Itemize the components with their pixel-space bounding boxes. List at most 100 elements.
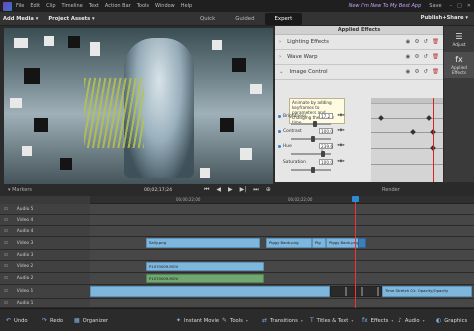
lock-icon[interactable]: ⊡ (4, 207, 8, 212)
clip-video-1-b[interactable]: Time Stretch 01: Opacity/Opacity (382, 286, 472, 297)
lock-icon[interactable]: ⊡ (4, 276, 8, 281)
graphics-button[interactable]: ◐ Graphics (436, 317, 467, 324)
go-to-start-icon[interactable]: ⏮ (204, 186, 209, 194)
effect-row-lighting[interactable]: › Lighting Effects ◉ ⚙ ↺ 🗑 (275, 35, 443, 50)
menu-edit[interactable]: Edit (30, 3, 40, 9)
keyframe-nav-icons[interactable]: ◂◆▸ (337, 128, 345, 133)
delete-icon[interactable]: 🗑 (432, 54, 439, 60)
maximize-icon[interactable]: □ (457, 3, 462, 9)
markers-dropdown[interactable]: ▾ Markers (8, 187, 32, 193)
applied-effects-tool[interactable]: fx Applied Effects (444, 52, 474, 78)
saturation-value[interactable]: 100.0 (319, 159, 333, 165)
settings-icon[interactable]: ⚙ (414, 54, 419, 60)
close-icon[interactable]: ✕ (467, 3, 471, 9)
lock-icon[interactable]: ⊡ (4, 289, 8, 294)
visibility-icon[interactable]: ◉ (406, 54, 411, 60)
effect-row-image-control[interactable]: ⌄ Image Control ◉ ⚙ ↺ 🗑 (275, 65, 443, 80)
step-back-icon[interactable]: ◀ (216, 186, 221, 194)
visibility-icon[interactable]: ◉ (406, 39, 411, 45)
settings-icon[interactable]: ⚙ (414, 39, 419, 45)
keyframe-nav-icons[interactable]: ◂◆▸ (337, 143, 345, 148)
keyframe-strip[interactable] (371, 98, 443, 182)
delete-icon[interactable]: 🗑 (432, 69, 439, 75)
lock-icon[interactable]: ⊡ (4, 218, 8, 223)
go-to-end-icon[interactable]: ⏭ (253, 186, 258, 194)
effects-button[interactable]: fx Effects ▾ (362, 317, 393, 324)
lock-icon[interactable]: ⊡ (4, 301, 8, 306)
contrast-value[interactable]: 100.0 (319, 128, 333, 134)
clip-video-1-film[interactable] (330, 286, 382, 297)
track-video-3: ⊡ Video 3 Sally.png Piggy Bank.png Pig Pi… (0, 237, 474, 250)
preview-monitor[interactable] (4, 28, 273, 184)
menu-action-bar[interactable]: Action Bar (105, 3, 131, 9)
menu-timeline[interactable]: Timeline (62, 3, 83, 9)
fx-icon: fx (362, 317, 368, 324)
titles-text-button[interactable]: T Titles & Text ▾ (310, 317, 353, 324)
chevron-down-icon[interactable]: ⌄ (279, 69, 284, 75)
movie-icon: ✦ (176, 317, 182, 324)
clip-pig[interactable]: Pig (312, 238, 326, 248)
publish-share-button[interactable]: Publish+Share ▾ (421, 15, 468, 21)
adjust-tool[interactable]: ☰ Adjust (444, 26, 474, 52)
clip-p1070009-video[interactable]: P1070009.MOV (146, 262, 264, 271)
lock-icon[interactable]: ⊡ (4, 264, 8, 269)
menu-tools[interactable]: Tools (137, 3, 149, 9)
settings-icon[interactable]: ⚙ (414, 69, 419, 75)
hue-slider[interactable] (291, 151, 331, 157)
menu-help[interactable]: Help (181, 3, 192, 9)
lock-icon[interactable]: ⊡ (4, 229, 8, 234)
chevron-right-icon[interactable]: › (279, 39, 281, 45)
mode-guided[interactable]: Guided (225, 13, 264, 25)
keyframe-toggle-icon[interactable] (278, 145, 281, 148)
step-forward-icon[interactable]: ▶| (240, 186, 247, 194)
saturation-slider[interactable] (291, 167, 331, 173)
visibility-icon[interactable]: ◉ (406, 69, 411, 75)
keyframe-nav-icons[interactable]: ◂◆▸ (337, 113, 345, 118)
promo-link[interactable]: New I'm New To My Best App (349, 3, 422, 9)
reset-icon[interactable]: ↺ (423, 54, 428, 60)
project-assets-dropdown[interactable]: Project Assets ▾ (48, 16, 94, 22)
menu-clip[interactable]: Clip (46, 3, 55, 9)
menu-window[interactable]: Window (155, 3, 175, 9)
mode-expert[interactable]: Expert (264, 13, 303, 25)
clip-transition[interactable] (358, 238, 366, 248)
timeline-ruler[interactable]: 00;00;22;00 00;02;22;00 (90, 196, 474, 204)
timeline[interactable]: 00;00;22;00 00;02;22;00 ⊡ Audio 5 ⊡ Video … (0, 196, 474, 308)
minimize-icon[interactable]: – (450, 3, 453, 9)
reset-icon[interactable]: ↺ (423, 39, 428, 45)
undo-button[interactable]: ↶ Undo (6, 317, 28, 324)
hue-value[interactable]: 239.6 ° (319, 143, 333, 154)
audio-button[interactable]: ♪ Audio ▾ (398, 317, 425, 324)
reset-icon[interactable]: ↺ (423, 69, 428, 75)
add-media-dropdown[interactable]: Add Media ▾ (3, 16, 38, 22)
keyframe-toggle-icon[interactable] (278, 115, 281, 118)
lock-icon[interactable]: ⊡ (4, 241, 8, 246)
brightness-value[interactable]: 17.2 (319, 113, 333, 119)
tools-button[interactable]: ✎ Tools ▾ (222, 317, 248, 324)
keyframe-nav-icons[interactable]: ◂◆▸ (337, 159, 345, 164)
render-button[interactable]: Render (382, 187, 400, 193)
organizer-button[interactable]: ▦ Organizer (74, 317, 108, 324)
keyframe-toggle-icon[interactable] (278, 130, 281, 133)
menu-text[interactable]: Text (89, 3, 99, 9)
transitions-button[interactable]: ⇄ Transitions ▾ (262, 317, 303, 324)
chevron-right-icon[interactable]: › (279, 54, 281, 60)
redo-button[interactable]: ↷ Redo (42, 317, 63, 324)
playhead[interactable] (355, 196, 356, 308)
lock-icon[interactable]: ⊡ (4, 253, 8, 258)
effect-row-wave-warp[interactable]: › Wave Warp ◉ ⚙ ↺ 🗑 (275, 50, 443, 65)
play-icon[interactable]: ▶ (228, 186, 233, 194)
brightness-slider[interactable] (291, 121, 331, 127)
menu-file[interactable]: File (16, 3, 24, 9)
delete-icon[interactable]: 🗑 (432, 39, 439, 45)
mode-quick[interactable]: Quick (190, 13, 225, 25)
save-button[interactable]: Save (429, 3, 441, 9)
clip-sally[interactable]: Sally.png (146, 238, 260, 248)
contrast-slider[interactable] (291, 136, 331, 142)
playhead-handle[interactable] (352, 196, 359, 202)
clip-video-1-a[interactable] (90, 286, 330, 297)
clip-p1070009-audio[interactable]: P1070009.MOV (146, 274, 264, 283)
clip-piggy-bank[interactable]: Piggy Bank.png (266, 238, 312, 248)
zoom-icon[interactable]: ⊕ (266, 186, 271, 194)
instant-movie-button[interactable]: ✦ Instant Movie (176, 317, 219, 324)
